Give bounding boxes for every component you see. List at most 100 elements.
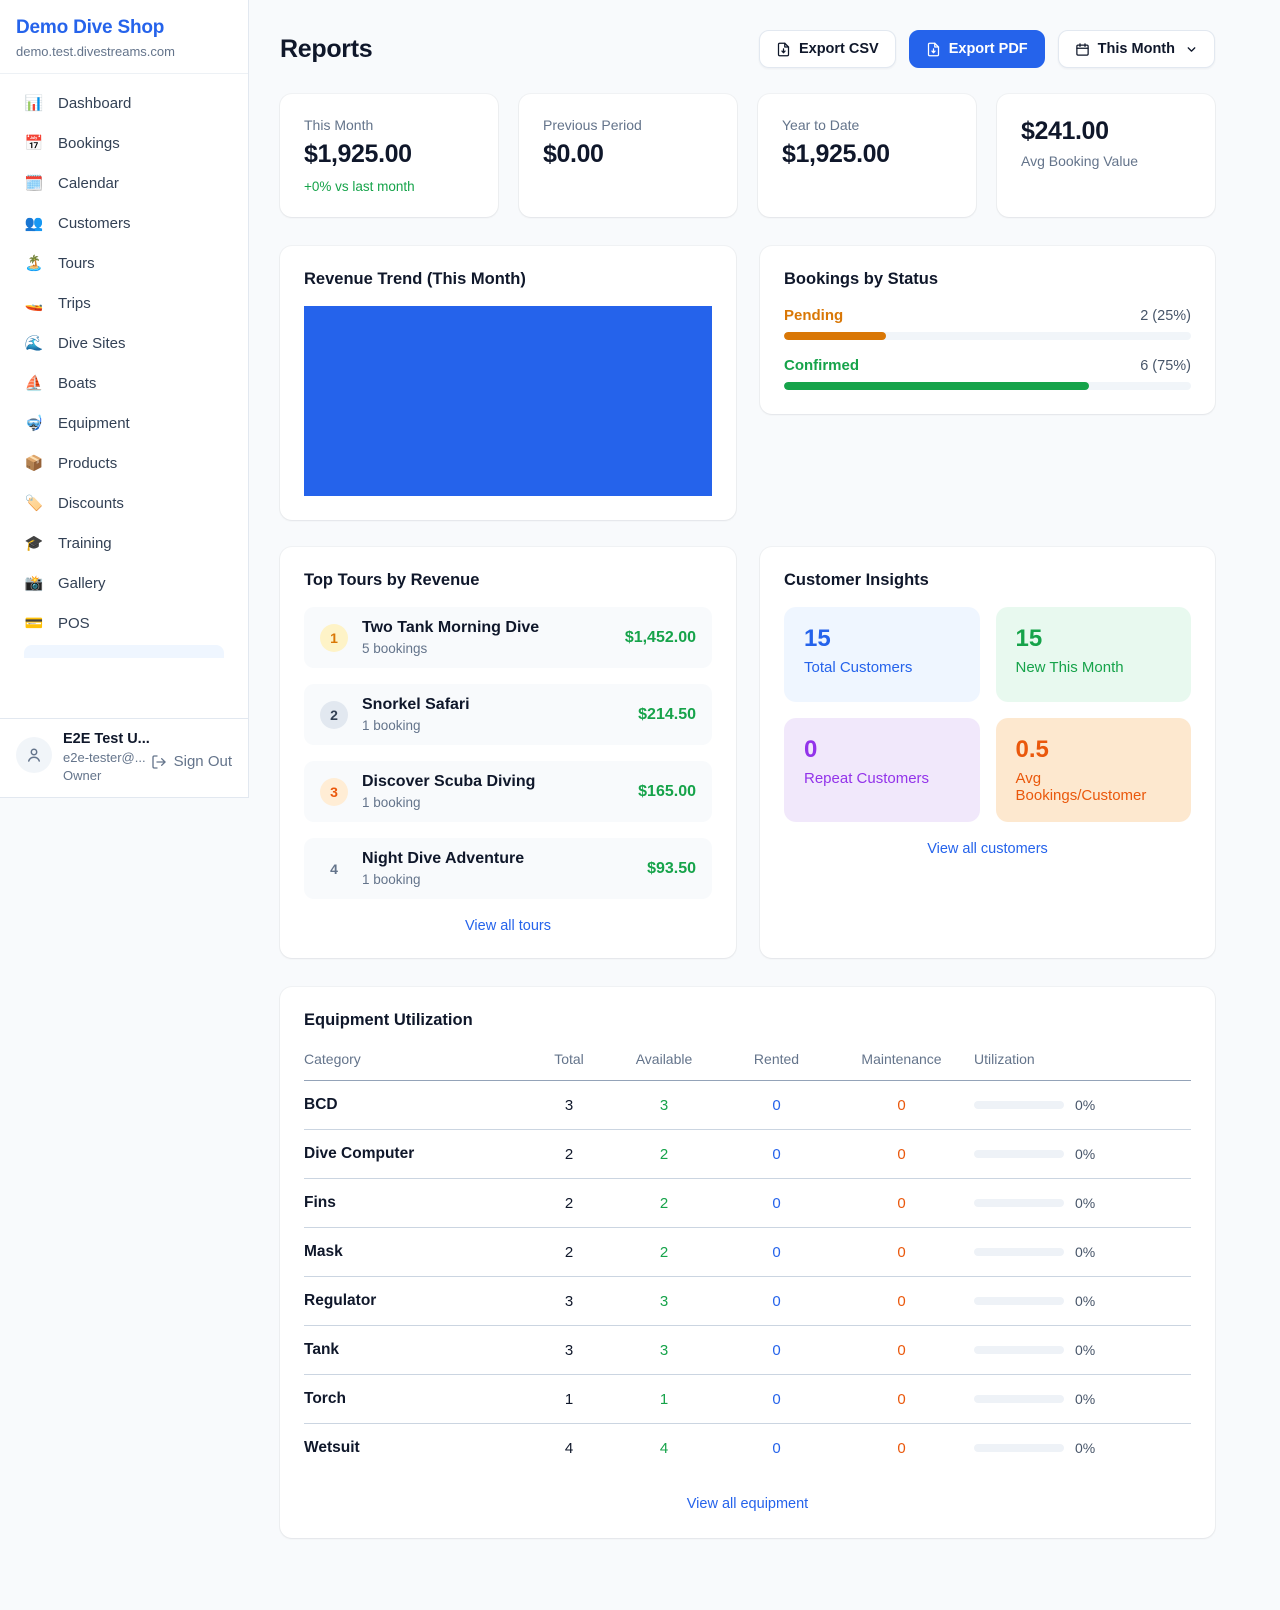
sidebar-item-products[interactable]: 📦 Products	[12, 443, 236, 483]
sidebar-item-label: Calendar	[58, 175, 119, 192]
insight-tile-total-customers: 15 Total Customers	[784, 607, 980, 702]
stat-delta: +0% vs last month	[304, 179, 474, 194]
calendar-icon	[1075, 42, 1090, 57]
cell-rented: 0	[724, 1130, 829, 1179]
tile-value: 15	[1016, 625, 1172, 653]
utilization-cell: 0%	[974, 1097, 1191, 1113]
products-icon: 📦	[24, 454, 44, 472]
tour-list: 1 Two Tank Morning Dive 5 bookings $1,45…	[304, 607, 712, 899]
utilization-cell: 0%	[974, 1244, 1191, 1260]
export-pdf-button[interactable]: Export PDF	[909, 30, 1045, 68]
sidebar-item-pos[interactable]: 💳 POS	[12, 603, 236, 643]
utilization-percent: 0%	[1075, 1195, 1095, 1211]
rank-badge: 1	[320, 624, 348, 652]
sidebar-item-label: Discounts	[58, 495, 124, 512]
revenue-trend-card: Revenue Trend (This Month)	[280, 246, 736, 520]
sign-out-button[interactable]: Sign Out	[151, 753, 232, 770]
export-pdf-label: Export PDF	[949, 41, 1028, 57]
charts-row: Revenue Trend (This Month) Bookings by S…	[280, 246, 1215, 520]
utilization-bar	[974, 1248, 1064, 1256]
user-avatar-icon	[16, 737, 52, 773]
sidebar-item-reports-active-partial[interactable]	[24, 645, 224, 658]
cell-rented: 0	[724, 1375, 829, 1424]
utilization-percent: 0%	[1075, 1244, 1095, 1260]
customer-insights-title: Customer Insights	[784, 571, 1191, 590]
sidebar-item-label: Tours	[58, 255, 95, 272]
utilization-cell: 0%	[974, 1440, 1191, 1456]
status-bar-track	[784, 332, 1191, 340]
sidebar-item-dive-sites[interactable]: 🌊 Dive Sites	[12, 323, 236, 363]
sidebar-item-bookings[interactable]: 📅 Bookings	[12, 123, 236, 163]
main-content: Reports Export CSV Export PDF	[280, 0, 1215, 1538]
stat-value: $0.00	[543, 140, 713, 169]
equipment-title: Equipment Utilization	[304, 1011, 1191, 1030]
file-download-icon	[776, 42, 791, 57]
cell-rented: 0	[724, 1424, 829, 1473]
cell-category: Tank	[304, 1326, 534, 1375]
stat-value: $1,925.00	[304, 140, 474, 169]
tour-row: 3 Discover Scuba Diving 1 booking $165.0…	[304, 761, 712, 822]
table-header-row: Category Total Available Rented Maintena…	[304, 1042, 1191, 1081]
sidebar-item-calendar[interactable]: 🗓️ Calendar	[12, 163, 236, 203]
view-all-equipment-link[interactable]: View all equipment	[304, 1496, 1191, 1512]
status-row-pending: Pending 2 (25%)	[784, 307, 1191, 340]
tour-row: 4 Night Dive Adventure 1 booking $93.50	[304, 838, 712, 899]
cell-available: 4	[604, 1424, 724, 1473]
utilization-percent: 0%	[1075, 1146, 1095, 1162]
stat-label: This Month	[304, 117, 474, 133]
sidebar-item-label: Equipment	[58, 415, 130, 432]
sidebar-item-tours[interactable]: 🏝️ Tours	[12, 243, 236, 283]
discounts-icon: 🏷️	[24, 494, 44, 512]
utilization-percent: 0%	[1075, 1293, 1095, 1309]
utilization-bar	[974, 1199, 1064, 1207]
sidebar-item-gallery[interactable]: 📸 Gallery	[12, 563, 236, 603]
period-selector[interactable]: This Month	[1058, 30, 1215, 68]
tour-bookings: 1 booking	[362, 795, 535, 810]
status-label: Pending	[784, 307, 843, 324]
sidebar-item-dashboard[interactable]: 📊 Dashboard	[12, 83, 236, 123]
table-row: Torch 1 1 0 0 0%	[304, 1375, 1191, 1424]
page-title: Reports	[280, 35, 372, 64]
cell-maintenance: 0	[829, 1424, 974, 1473]
cell-total: 3	[534, 1081, 604, 1130]
tour-revenue: $1,452.00	[625, 629, 696, 647]
sidebar-item-training[interactable]: 🎓 Training	[12, 523, 236, 563]
sidebar-item-discounts[interactable]: 🏷️ Discounts	[12, 483, 236, 523]
cell-category: Wetsuit	[304, 1424, 534, 1473]
cell-total: 3	[534, 1277, 604, 1326]
export-csv-button[interactable]: Export CSV	[759, 30, 896, 68]
cell-rented: 0	[724, 1081, 829, 1130]
insight-tiles: 15 Total Customers 15 New This Month 0 R…	[784, 607, 1191, 822]
stat-label: Previous Period	[543, 117, 713, 133]
sidebar-item-equipment[interactable]: 🤿 Equipment	[12, 403, 236, 443]
utilization-bar	[974, 1101, 1064, 1109]
column-header-rented: Rented	[724, 1042, 829, 1081]
table-row: Dive Computer 2 2 0 0 0%	[304, 1130, 1191, 1179]
tile-value: 0.5	[1016, 736, 1172, 764]
table-row: Fins 2 2 0 0 0%	[304, 1179, 1191, 1228]
utilization-cell: 0%	[974, 1293, 1191, 1309]
sidebar-item-trips[interactable]: 🚤 Trips	[12, 283, 236, 323]
sidebar: Demo Dive Shop demo.test.divestreams.com…	[0, 0, 249, 798]
revenue-trend-chart	[304, 306, 712, 496]
tour-revenue: $93.50	[647, 860, 696, 878]
user-name: E2E Test U...	[63, 731, 140, 747]
view-all-tours-link[interactable]: View all tours	[304, 918, 712, 934]
cell-total: 2	[534, 1228, 604, 1277]
cell-category: Torch	[304, 1375, 534, 1424]
training-icon: 🎓	[24, 534, 44, 552]
table-row: Wetsuit 4 4 0 0 0%	[304, 1424, 1191, 1473]
tour-name: Two Tank Morning Dive	[362, 619, 539, 637]
cell-category: Mask	[304, 1228, 534, 1277]
tile-label: New This Month	[1016, 659, 1172, 676]
sidebar-item-customers[interactable]: 👥 Customers	[12, 203, 236, 243]
utilization-bar	[974, 1150, 1064, 1158]
pos-icon: 💳	[24, 614, 44, 632]
cell-maintenance: 0	[829, 1081, 974, 1130]
view-all-customers-link[interactable]: View all customers	[784, 841, 1191, 857]
tile-label: Repeat Customers	[804, 770, 960, 787]
cell-category: BCD	[304, 1081, 534, 1130]
sidebar-item-boats[interactable]: ⛵ Boats	[12, 363, 236, 403]
user-email: e2e-tester@...	[63, 750, 140, 765]
shop-name: Demo Dive Shop	[16, 17, 232, 39]
